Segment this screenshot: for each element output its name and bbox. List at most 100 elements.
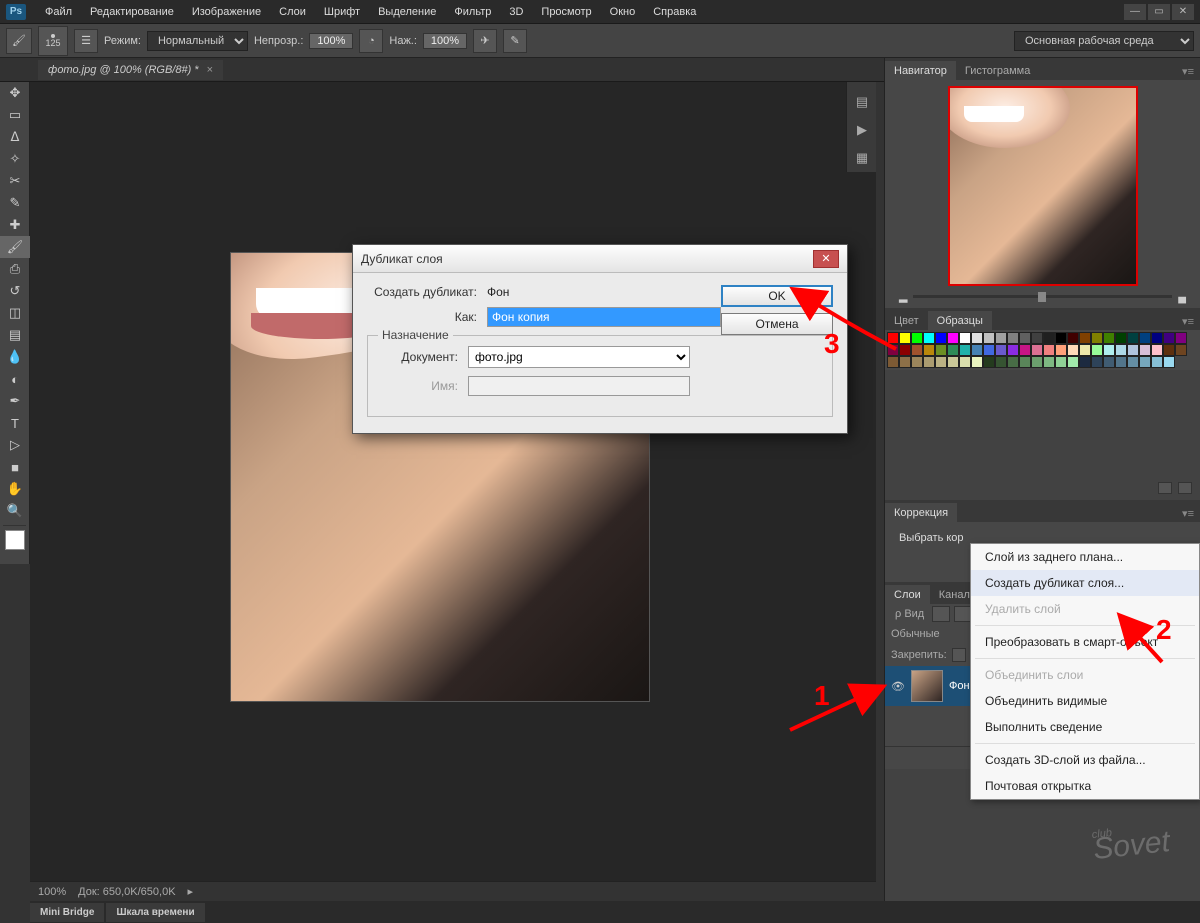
healing-brush-tool[interactable]: ✚ <box>0 214 30 236</box>
close-document-icon[interactable]: × <box>207 64 213 76</box>
brush-tool[interactable]: 🖌 <box>0 236 30 258</box>
context-menu-item[interactable]: Почтовая открытка <box>971 773 1199 799</box>
mini-bridge-tab[interactable]: Mini Bridge <box>30 903 104 922</box>
menu-window[interactable]: Окно <box>601 3 645 21</box>
workspace-switcher[interactable]: Основная рабочая среда <box>1014 31 1194 51</box>
menu-help[interactable]: Справка <box>644 3 705 21</box>
color-swatch[interactable] <box>959 332 971 344</box>
marquee-tool[interactable]: ▭ <box>0 104 30 126</box>
eyedropper-tool[interactable]: ✎ <box>0 192 30 214</box>
pen-tool[interactable]: ✒ <box>0 390 30 412</box>
properties-icon[interactable]: ▤ <box>847 88 877 116</box>
color-swatch[interactable] <box>983 356 995 368</box>
airbrush-icon[interactable]: ✈ <box>473 29 497 53</box>
menu-edit[interactable]: Редактирование <box>81 3 183 21</box>
menu-view[interactable]: Просмотр <box>532 3 600 21</box>
document-tab[interactable]: фото.jpg @ 100% (RGB/8#) * × <box>38 60 223 80</box>
color-swatch[interactable] <box>971 332 983 344</box>
path-selection-tool[interactable]: ▷ <box>0 434 30 456</box>
menu-file[interactable]: Файл <box>36 3 81 21</box>
context-menu-item[interactable]: Создать 3D-слой из файла... <box>971 747 1199 773</box>
gradient-tool[interactable]: ▤ <box>0 324 30 346</box>
play-icon[interactable]: ▶ <box>847 116 877 144</box>
color-swatch[interactable] <box>971 356 983 368</box>
color-swatch[interactable] <box>911 356 923 368</box>
duplicate-as-input[interactable] <box>487 307 721 327</box>
panel-collapse-icon[interactable] <box>1158 482 1172 494</box>
color-swatch[interactable] <box>1163 332 1175 344</box>
color-swatch[interactable] <box>1043 356 1055 368</box>
color-swatch[interactable] <box>1091 356 1103 368</box>
navigator-tab[interactable]: Навигатор <box>885 61 956 80</box>
context-menu-item[interactable]: Выполнить сведение <box>971 714 1199 740</box>
color-swatch[interactable] <box>1127 332 1139 344</box>
flow-value[interactable]: 100% <box>423 33 467 49</box>
foreground-background-swatch[interactable] <box>5 530 25 550</box>
move-tool[interactable]: ✥ <box>0 82 30 104</box>
color-swatch[interactable] <box>1043 344 1055 356</box>
menu-image[interactable]: Изображение <box>183 3 270 21</box>
color-swatch[interactable] <box>923 356 935 368</box>
color-swatch[interactable] <box>935 356 947 368</box>
color-swatch[interactable] <box>995 344 1007 356</box>
navigator-panel-menu-icon[interactable]: ▾≡ <box>1176 63 1200 80</box>
blend-mode-select[interactable]: Нормальный <box>147 31 248 51</box>
color-swatch[interactable] <box>1115 332 1127 344</box>
color-swatch[interactable] <box>1079 344 1091 356</box>
color-swatch[interactable] <box>959 344 971 356</box>
canvas-area[interactable] <box>30 82 876 881</box>
rectangle-tool[interactable]: ■ <box>0 456 30 478</box>
color-swatch[interactable] <box>1079 356 1091 368</box>
color-swatch[interactable] <box>923 332 935 344</box>
color-swatch[interactable] <box>1091 344 1103 356</box>
minimize-button[interactable]: — <box>1124 4 1146 20</box>
history-brush-tool[interactable]: ↺ <box>0 280 30 302</box>
lock-transparency-icon[interactable] <box>952 648 966 662</box>
color-swatch[interactable] <box>1151 356 1163 368</box>
color-swatch[interactable] <box>1175 344 1187 356</box>
color-swatch[interactable] <box>1031 332 1043 344</box>
opacity-pressure-icon[interactable]: ◔ <box>359 29 383 53</box>
dialog-titlebar[interactable]: Дубликат слоя ✕ <box>353 245 847 273</box>
swatches-tab[interactable]: Образцы <box>928 311 992 330</box>
blur-tool[interactable]: 💧 <box>0 346 30 368</box>
clone-stamp-tool[interactable]: ⎙ <box>0 258 30 280</box>
menu-3d[interactable]: 3D <box>500 3 532 21</box>
color-swatch[interactable] <box>1103 344 1115 356</box>
color-swatch[interactable] <box>983 332 995 344</box>
color-swatch[interactable] <box>1007 332 1019 344</box>
color-swatch[interactable] <box>1067 344 1079 356</box>
color-swatch[interactable] <box>1019 344 1031 356</box>
color-swatch[interactable] <box>995 332 1007 344</box>
color-swatch[interactable] <box>1079 332 1091 344</box>
color-swatch[interactable] <box>935 344 947 356</box>
color-swatch[interactable] <box>1007 356 1019 368</box>
color-swatch[interactable] <box>971 344 983 356</box>
color-swatch[interactable] <box>1151 344 1163 356</box>
context-menu-item[interactable]: Объединить видимые <box>971 688 1199 714</box>
timeline-tab[interactable]: Шкала времени <box>106 903 204 922</box>
correction-tab[interactable]: Коррекция <box>885 503 957 522</box>
color-swatch[interactable] <box>1163 356 1175 368</box>
color-swatch[interactable] <box>935 332 947 344</box>
doc-size-info[interactable]: Док: 650,0K/650,0K <box>78 886 175 898</box>
color-swatch[interactable] <box>911 344 923 356</box>
menu-filter[interactable]: Фильтр <box>445 3 500 21</box>
panel-trash-icon[interactable] <box>1178 482 1192 494</box>
filter-pixel-icon[interactable] <box>932 606 950 622</box>
menu-layers[interactable]: Слои <box>270 3 315 21</box>
color-swatch[interactable] <box>923 344 935 356</box>
layers-tab[interactable]: Слои <box>885 585 930 604</box>
color-swatch[interactable] <box>1127 344 1139 356</box>
color-swatch[interactable] <box>1019 356 1031 368</box>
close-window-button[interactable]: ✕ <box>1172 4 1194 20</box>
color-swatch[interactable] <box>1043 332 1055 344</box>
color-swatch[interactable] <box>1139 344 1151 356</box>
color-swatch[interactable] <box>983 344 995 356</box>
color-swatch[interactable] <box>947 332 959 344</box>
color-swatch[interactable] <box>1175 332 1187 344</box>
color-swatch[interactable] <box>1031 344 1043 356</box>
color-swatch[interactable] <box>1067 332 1079 344</box>
crop-tool[interactable]: ✂ <box>0 170 30 192</box>
zoom-tool[interactable]: 🔍 <box>0 500 30 522</box>
